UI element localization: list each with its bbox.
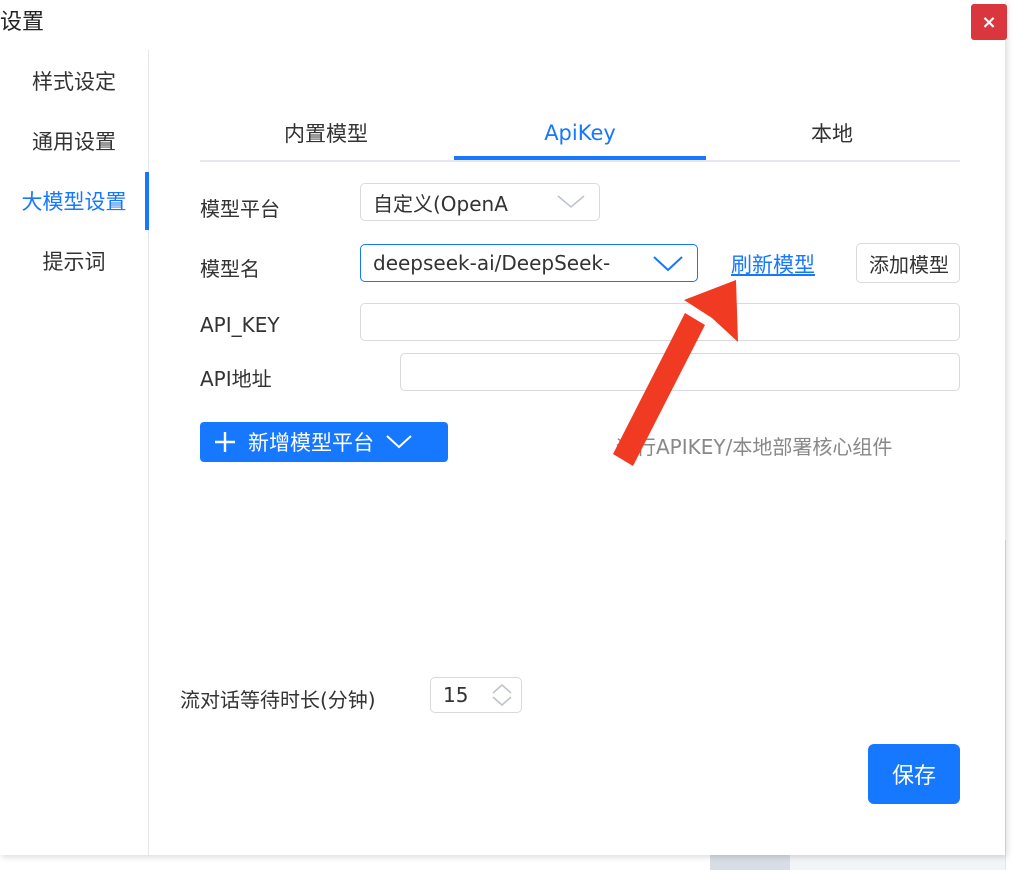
platform-select[interactable]: 自定义(OpenA: [360, 183, 600, 221]
sidebar: 样式设定 通用设置 大模型设置 提示词: [0, 50, 149, 855]
dialog-title: 设置: [0, 10, 45, 35]
chevron-down-icon: [653, 256, 683, 272]
model-tabs: 内置模型 ApiKey 本地: [200, 108, 960, 162]
tab-label: 本地: [811, 122, 853, 146]
model-name-select[interactable]: deepseek-ai/DeepSeek-: [360, 244, 698, 282]
add-platform-button[interactable]: 新增模型平台: [200, 422, 448, 462]
refresh-models-link[interactable]: 刷新模型: [731, 249, 815, 279]
api-key-label: API_KEY: [200, 313, 280, 337]
api-url-input[interactable]: [400, 353, 960, 391]
close-button[interactable]: ×: [971, 4, 1007, 40]
sidebar-item-llm-settings[interactable]: 大模型设置: [0, 172, 149, 230]
add-platform-button-label: 新增模型平台: [248, 431, 374, 455]
stepper-arrows-icon[interactable]: [491, 682, 513, 708]
tab-label: ApiKey: [544, 121, 616, 145]
sidebar-item-prompts[interactable]: 提示词: [0, 232, 148, 290]
model-name-label: 模型名: [200, 257, 260, 281]
sidebar-item-general-settings[interactable]: 通用设置: [0, 112, 148, 170]
background-window: [1005, 540, 1018, 870]
save-button[interactable]: 保存: [868, 744, 960, 804]
chevron-down-icon: [386, 435, 412, 449]
hint-text: 运行APIKEY/本地部署核心组件: [616, 435, 893, 459]
add-model-button[interactable]: 添加模型: [856, 243, 960, 283]
settings-dialog: 设置 × 样式设定 通用设置 大模型设置 提示词 内置模型 ApiKey 本地 …: [0, 0, 1007, 855]
tab-apikey[interactable]: ApiKey: [454, 108, 706, 160]
close-icon: ×: [981, 11, 997, 33]
tab-builtin-model[interactable]: 内置模型: [200, 108, 452, 158]
platform-select-value: 自定义(OpenA: [373, 191, 508, 216]
save-button-label: 保存: [891, 764, 936, 789]
plus-icon: [215, 432, 235, 452]
stream-wait-value: 15: [443, 683, 469, 707]
sidebar-item-label: 提示词: [42, 250, 106, 274]
platform-label: 模型平台: [200, 197, 280, 221]
sidebar-item-label: 通用设置: [32, 130, 116, 154]
api-url-label: API地址: [200, 367, 272, 391]
chevron-down-icon: [557, 195, 585, 209]
model-name-select-value: deepseek-ai/DeepSeek-: [373, 251, 611, 275]
tab-local[interactable]: 本地: [706, 108, 958, 158]
api-key-input[interactable]: [360, 303, 960, 341]
sidebar-item-label: 大模型设置: [21, 190, 127, 214]
stream-wait-stepper[interactable]: 15: [430, 677, 522, 713]
stream-wait-label: 流对话等待时长(分钟): [180, 688, 376, 712]
sidebar-item-style-settings[interactable]: 样式设定: [0, 52, 148, 110]
add-model-button-label: 添加模型: [869, 252, 949, 277]
tab-label: 内置模型: [284, 122, 368, 146]
sidebar-item-label: 样式设定: [32, 70, 116, 94]
